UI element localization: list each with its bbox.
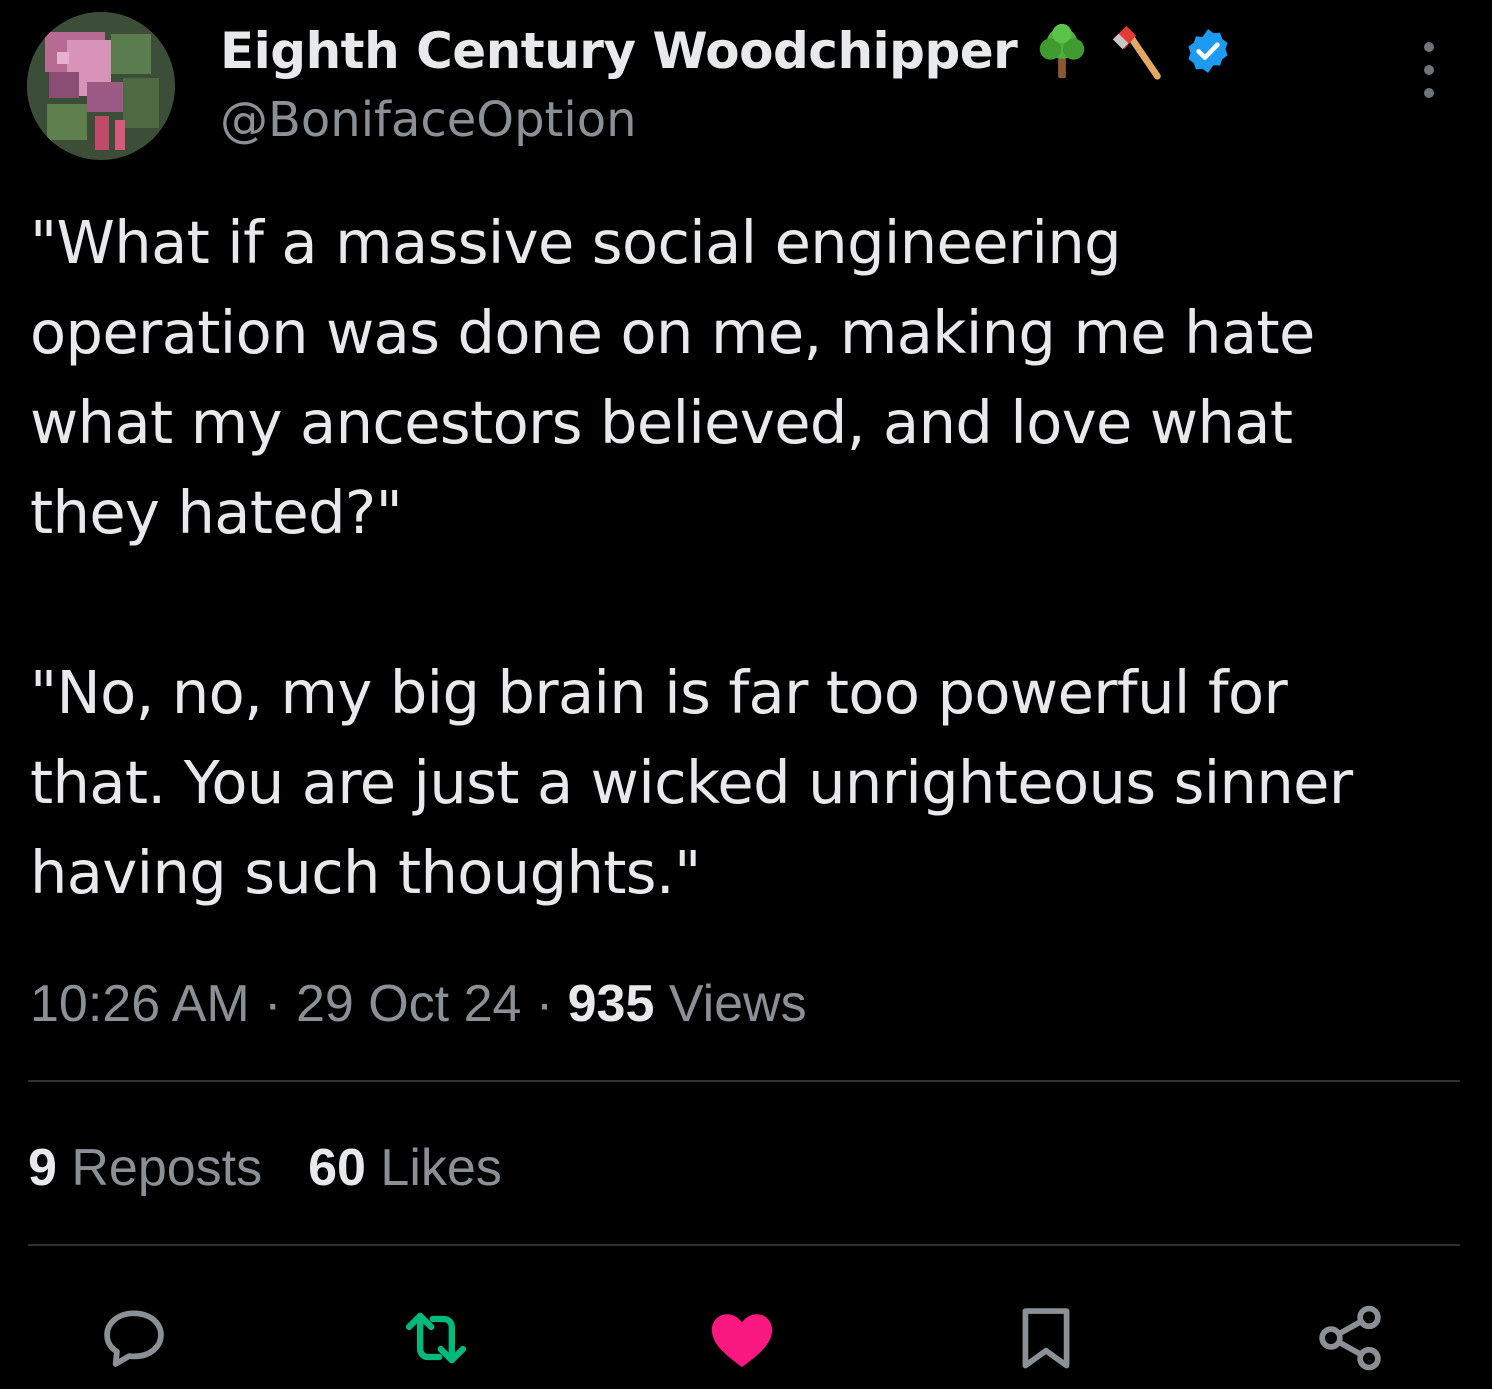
author-handle[interactable]: @BonifaceOption <box>220 92 636 148</box>
reposts-label: Reposts <box>56 1139 263 1197</box>
reposts-count: 9 <box>28 1139 57 1197</box>
tweet-time[interactable]: 10:26 AM <box>30 975 250 1033</box>
likes-stat[interactable]: 60 Likes <box>308 1139 502 1197</box>
views-label: Views <box>654 975 807 1033</box>
reply-icon <box>104 1310 164 1367</box>
reply-button[interactable] <box>96 1300 172 1376</box>
divider <box>28 1244 1460 1246</box>
bookmark-icon <box>1022 1308 1070 1369</box>
share-icon <box>1319 1305 1381 1371</box>
meta-separator: · <box>521 975 568 1033</box>
tweet-date[interactable]: 29 Oct 24 <box>296 975 521 1033</box>
tweet-paragraph-2: "No, no, my big brain is far too powerfu… <box>30 658 1353 907</box>
like-button[interactable] <box>704 1300 780 1376</box>
verified-badge-icon <box>1183 26 1233 76</box>
tree-emoji-icon <box>1031 20 1093 82</box>
author-display-name[interactable]: Eighth Century Woodchipper <box>220 22 1018 80</box>
repost-button[interactable] <box>398 1300 474 1376</box>
repost-icon <box>405 1312 467 1364</box>
engagement-stats: 9 Reposts 60 Likes <box>28 1130 502 1206</box>
likes-count: 60 <box>308 1139 366 1197</box>
tweet-container: Eighth Century Woodchipper @BonifaceOpti… <box>0 0 1492 1389</box>
share-button[interactable] <box>1312 1300 1388 1376</box>
tweet-paragraph-1: "What if a massive social engineering op… <box>30 208 1315 547</box>
tweet-text: "What if a massive social engineering op… <box>30 198 1470 918</box>
author-name-row[interactable]: Eighth Century Woodchipper <box>220 18 1233 84</box>
likes-label: Likes <box>365 1139 502 1197</box>
bookmark-button[interactable] <box>1008 1300 1084 1376</box>
like-icon <box>711 1314 773 1368</box>
meta-separator: · <box>249 975 296 1033</box>
avatar-image <box>27 12 175 160</box>
views-count: 935 <box>567 975 655 1033</box>
divider <box>28 1080 1460 1082</box>
reposts-stat[interactable]: 9 Reposts <box>28 1139 262 1197</box>
more-options-icon[interactable] <box>1412 42 1446 98</box>
axe-emoji-icon <box>1107 20 1169 82</box>
tweet-meta: 10:26 AM · 29 Oct 24 · 935 Views <box>30 966 807 1042</box>
avatar[interactable] <box>27 12 175 160</box>
